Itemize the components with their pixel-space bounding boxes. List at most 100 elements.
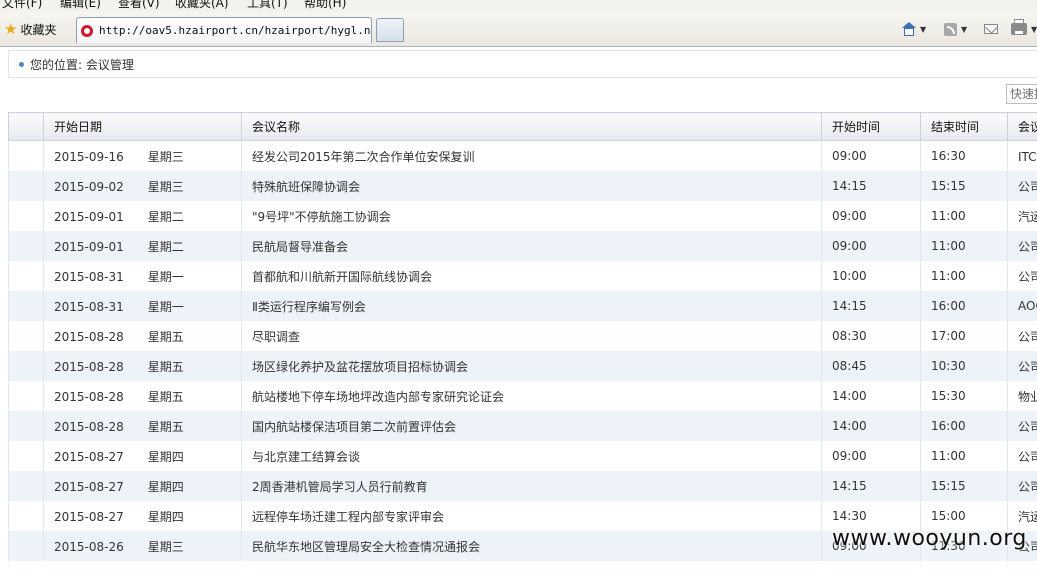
start-time-cell: 09:00	[822, 231, 921, 261]
row-select-cell[interactable]	[9, 171, 44, 201]
menu-favorites[interactable]: 收藏夹(A)	[175, 0, 229, 11]
start-time-cell: 14:00	[822, 411, 921, 441]
weekday: 星期五	[148, 390, 184, 404]
meeting-room-cell: 公司	[1008, 171, 1037, 201]
meeting-room-cell: 公司	[1008, 321, 1037, 351]
meeting-name-cell[interactable]: 尽职调查	[242, 321, 822, 351]
row-select-cell[interactable]	[9, 471, 44, 501]
row-select-cell[interactable]	[9, 231, 44, 261]
row-select-cell[interactable]	[9, 201, 44, 231]
new-tab-button[interactable]	[376, 18, 404, 42]
chevron-down-icon[interactable]: ▼	[961, 25, 967, 34]
row-select-cell[interactable]	[9, 291, 44, 321]
weekday: 星期四	[148, 480, 184, 494]
browser-tab-active[interactable]: http://oav5.hzairport.cn/hzairport/hygl.…	[76, 17, 372, 43]
row-select-cell[interactable]	[9, 141, 44, 172]
weekday: 星期三	[148, 150, 184, 164]
table-row[interactable]: 2015-08-27星期四2周香港机管局学习人员行前教育14:1515:15公司	[9, 471, 1037, 501]
meeting-name-cell[interactable]: 远程停车场迁建工程内部专家评审会	[242, 501, 822, 531]
end-time-cell: 11:00	[921, 231, 1008, 261]
menu-edit[interactable]: 编辑(E)	[60, 0, 101, 11]
breadcrumb: 您的位置: 会议管理	[8, 50, 1037, 78]
meeting-name-cell[interactable]: 场区绿化养护及盆花摆放项目招标协调会	[242, 351, 822, 381]
meeting-name-cell[interactable]: 经发公司2015年第二次合作单位安保复训	[242, 141, 822, 172]
end-time-cell: 15:15	[921, 471, 1008, 501]
meeting-table-body: 2015-09-16星期三经发公司2015年第二次合作单位安保复训09:0016…	[9, 141, 1037, 562]
row-select-cell[interactable]	[9, 381, 44, 411]
start-date-cell: 2015-08-28星期五	[44, 381, 242, 411]
meeting-room-cell: 汽运	[1008, 201, 1037, 231]
column-header-meeting-room[interactable]: 会议	[1008, 113, 1037, 141]
chevron-down-icon[interactable]: ▼	[920, 25, 926, 34]
meeting-name-cell[interactable]: 民航华东地区管理局安全大检查情况通报会	[242, 531, 822, 561]
column-header-meeting-name[interactable]: 会议名称	[242, 113, 822, 141]
row-select-cell[interactable]	[9, 531, 44, 561]
end-time-cell: 11:00	[921, 261, 1008, 291]
meeting-room-cell: AOC	[1008, 291, 1037, 321]
table-row[interactable]: 2015-09-01星期二"9号坪"不停航施工协调会09:0011:00汽运	[9, 201, 1037, 231]
column-header-start-time[interactable]: 开始时间	[822, 113, 921, 141]
meeting-name-cell[interactable]: 航站楼地下停车场地坪改造内部专家研究论证会	[242, 381, 822, 411]
start-date-cell: 2015-09-01星期二	[44, 201, 242, 231]
start-date: 2015-08-31	[54, 270, 124, 284]
meeting-name-cell[interactable]: 首都航和川航新开国际航线协调会	[242, 261, 822, 291]
breadcrumb-text: 您的位置: 会议管理	[30, 56, 134, 73]
meeting-name-cell[interactable]: "9号坪"不停航施工协调会	[242, 201, 822, 231]
meeting-name-cell[interactable]: 国内航站楼保洁项目第二次前置评估会	[242, 411, 822, 441]
print-button[interactable]: ▼	[1011, 20, 1037, 38]
meeting-name-cell[interactable]: 2周香港机管局学习人员行前教育	[242, 471, 822, 501]
meeting-name-cell[interactable]: 民航局督导准备会	[242, 231, 822, 261]
table-row[interactable]: 2015-09-01星期二民航局督导准备会09:0011:00公司	[9, 231, 1037, 261]
table-row[interactable]: 2015-09-16星期三经发公司2015年第二次合作单位安保复训09:0016…	[9, 141, 1037, 172]
chevron-down-icon[interactable]: ▼	[1031, 25, 1037, 34]
row-select-cell[interactable]	[9, 501, 44, 531]
table-row[interactable]: 2015-08-28星期五航站楼地下停车场地坪改造内部专家研究论证会14:001…	[9, 381, 1037, 411]
weekday: 星期五	[148, 420, 184, 434]
start-date: 2015-08-28	[54, 420, 124, 434]
start-date: 2015-08-26	[54, 540, 124, 554]
select-column-header[interactable]	[9, 113, 44, 141]
star-icon: ★	[4, 22, 17, 37]
column-header-start-date[interactable]: 开始日期	[44, 113, 242, 141]
start-date-cell: 2015-08-27 星期四	[44, 471, 242, 501]
row-select-cell[interactable]	[9, 411, 44, 441]
menu-file[interactable]: 文件(F)	[2, 0, 42, 11]
table-row[interactable]: 2015-08-31星期一Ⅱ类运行程序编写例会14:1516:00AOC	[9, 291, 1037, 321]
menu-help[interactable]: 帮助(H)	[304, 0, 346, 11]
start-time-cell: 14:15	[822, 471, 921, 501]
browser-toolbar: ★ 收藏夹 http://oav5.hzairport.cn/hzairport…	[0, 12, 1037, 47]
mail-icon	[984, 24, 998, 34]
favorites-label: 收藏夹	[20, 21, 56, 38]
row-select-cell[interactable]	[9, 321, 44, 351]
table-row[interactable]: 2015-08-27星期四与北京建工结算会谈09:0011:00公司	[9, 441, 1037, 471]
home-button[interactable]: ▼	[902, 20, 926, 38]
start-time-cell: 09:00	[822, 141, 921, 172]
table-row[interactable]: 2015-08-28星期五尽职调查08:3017:00公司	[9, 321, 1037, 351]
start-time-cell: 08:30	[822, 321, 921, 351]
table-row[interactable]: 2015-08-31星期一首都航和川航新开国际航线协调会10:0011:00公司	[9, 261, 1037, 291]
printer-icon	[1011, 23, 1027, 35]
tab-title: http://oav5.hzairport.cn/hzairport/hygl.…	[99, 24, 371, 37]
menu-view[interactable]: 查看(V)	[118, 0, 160, 11]
row-select-cell[interactable]	[9, 261, 44, 291]
meeting-name-cell[interactable]: 特殊航班保障协调会	[242, 171, 822, 201]
favorites-button[interactable]: ★ 收藏夹	[0, 18, 60, 40]
feeds-button[interactable]: ▼	[944, 20, 967, 38]
table-row[interactable]: 2015-08-28星期五场区绿化养护及盆花摆放项目招标协调会08:4510:3…	[9, 351, 1037, 381]
start-date-cell: 2015-09-16星期三	[44, 141, 242, 172]
meeting-name-cell[interactable]: 与北京建工结算会谈	[242, 441, 822, 471]
row-select-cell[interactable]	[9, 441, 44, 471]
row-select-cell[interactable]	[9, 351, 44, 381]
menu-tools[interactable]: 工具(T)	[247, 0, 288, 11]
weekday: 星期三	[148, 540, 184, 554]
start-date: 2015-08-27	[54, 480, 124, 494]
quick-search-input[interactable]	[1006, 84, 1037, 104]
column-header-end-time[interactable]: 结束时间	[921, 113, 1008, 141]
rss-feed-icon	[944, 23, 957, 36]
start-date-cell: 2015-08-28星期五	[44, 351, 242, 381]
table-row[interactable]: 2015-08-28星期五国内航站楼保洁项目第二次前置评估会14:0016:00…	[9, 411, 1037, 441]
meeting-name-cell[interactable]: Ⅱ类运行程序编写例会	[242, 291, 822, 321]
mail-button[interactable]	[984, 20, 998, 38]
table-row[interactable]: 2015-09-02星期三特殊航班保障协调会14:1515:15公司	[9, 171, 1037, 201]
start-date: 2015-08-28	[54, 330, 124, 344]
